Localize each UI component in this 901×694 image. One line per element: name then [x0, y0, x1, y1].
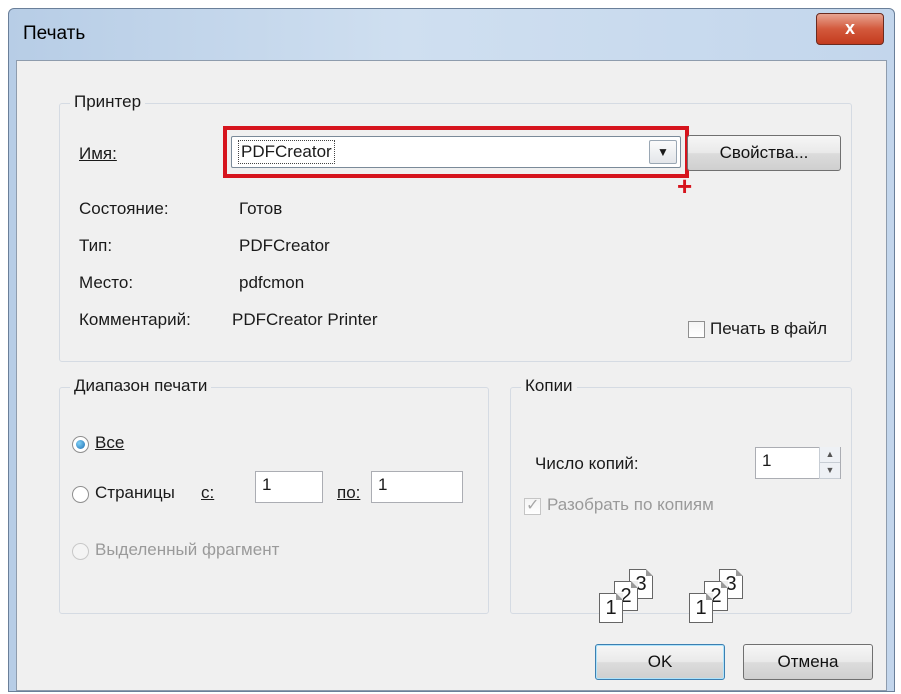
copies-spinner[interactable]: ▲ ▼: [819, 447, 840, 479]
comment-value: PDFCreator Printer: [232, 310, 378, 329]
from-value: 1: [262, 475, 272, 494]
close-icon: x: [844, 18, 855, 38]
copies-title: Копии: [521, 376, 577, 396]
copies-count-value: 1: [762, 451, 772, 470]
cancel-button[interactable]: Отмена: [743, 644, 873, 680]
cursor-marker: +: [677, 171, 693, 201]
arrow-up-icon[interactable]: ▲: [820, 447, 840, 463]
collate-page-1b: 1: [689, 593, 713, 623]
dialog-body: Принтер Имя: PDFCreator ▼ + Свойства... …: [16, 60, 887, 691]
place-value: pdfcmon: [239, 273, 305, 292]
comment-label: Комментарий:: [79, 310, 191, 329]
dialog-title: Печать: [23, 23, 86, 44]
type-label: Тип:: [79, 236, 113, 255]
print-dialog: Печать x Принтер Имя: PDFCreator ▼ + Сво…: [8, 8, 895, 692]
selection-label[interactable]: Выделенный фрагмент: [95, 540, 279, 560]
collate-label[interactable]: Разобрать по копиям: [547, 495, 714, 515]
properties-button[interactable]: Свойства...: [687, 135, 841, 171]
copies-count-label: Число копий:: [535, 454, 639, 473]
status-value: Готов: [239, 199, 283, 218]
collate-checkbox[interactable]: ✓: [524, 497, 541, 515]
to-field[interactable]: 1: [371, 471, 463, 503]
from-field[interactable]: 1: [255, 471, 323, 503]
from-label: с:: [201, 483, 215, 502]
place-label: Место:: [79, 273, 134, 292]
pages-label[interactable]: Страницы: [95, 483, 175, 503]
all-radio[interactable]: [72, 436, 89, 453]
highlight-frame: [223, 126, 689, 178]
printer-group-title: Принтер: [70, 92, 146, 112]
all-label[interactable]: Все: [95, 433, 124, 453]
ok-button[interactable]: OK: [595, 644, 725, 680]
close-button[interactable]: x: [816, 13, 884, 45]
print-to-file-checkbox[interactable]: [688, 321, 705, 338]
printer-name-label: Имя:: [79, 144, 117, 163]
status-label: Состояние:: [79, 199, 169, 218]
print-range-title: Диапазон печати: [70, 376, 212, 396]
type-value: PDFCreator: [239, 236, 330, 255]
to-value: 1: [378, 475, 388, 494]
checkmark-icon: ✓: [526, 497, 540, 514]
collate-page-1: 1: [599, 593, 623, 623]
selection-radio[interactable]: [72, 543, 89, 560]
title-bar[interactable]: Печать x: [9, 9, 894, 59]
to-label: по:: [337, 483, 361, 502]
pages-radio[interactable]: [72, 486, 89, 503]
arrow-down-icon[interactable]: ▼: [820, 463, 840, 479]
print-to-file-label[interactable]: Печать в файл: [710, 319, 827, 339]
